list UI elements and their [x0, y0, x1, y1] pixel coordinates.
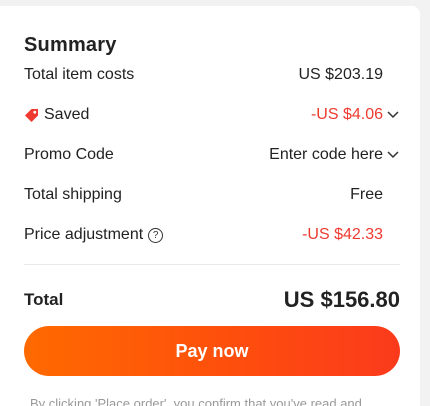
saved-value: -US $4.06	[310, 106, 383, 123]
promo-code-row[interactable]: Promo Code Enter code here	[24, 143, 400, 167]
question-icon[interactable]: ?	[148, 227, 164, 243]
total-shipping-label: Total shipping	[24, 186, 122, 203]
saved-label: Saved	[44, 106, 90, 123]
pay-now-button[interactable]: Pay now	[24, 326, 400, 376]
total-item-costs-value: US $203.19	[298, 66, 383, 83]
total-value: US $156.80	[283, 287, 400, 312]
total-shipping-value: Free	[350, 186, 383, 203]
divider	[24, 264, 400, 265]
total-label: Total	[24, 290, 64, 309]
chevron-down-icon[interactable]	[386, 109, 400, 121]
price-adjustment-label: Price adjustment	[24, 226, 144, 243]
total-item-costs-row: Total item costs US $203.19	[24, 63, 400, 87]
total-shipping-row: Total shipping Free	[24, 183, 400, 207]
chevron-down-icon[interactable]	[386, 149, 400, 161]
order-summary-panel: Summary Total item costs US $203.19 Save…	[0, 6, 420, 406]
promo-code-input[interactable]: Enter code here	[269, 146, 383, 164]
promo-code-label: Promo Code	[24, 146, 114, 163]
price-adjustment-value: -US $42.33	[302, 226, 383, 243]
saved-row[interactable]: Saved -US $4.06	[24, 103, 400, 127]
total-item-costs-label: Total item costs	[24, 66, 135, 83]
total-row: Total US $156.80	[24, 285, 400, 315]
summary-title: Summary	[24, 34, 117, 56]
terms-footnote: By clicking 'Place order', you confirm t…	[30, 396, 362, 406]
price-adjustment-row: Price adjustment ? -US $42.33	[24, 223, 400, 247]
tag-icon	[25, 109, 38, 122]
